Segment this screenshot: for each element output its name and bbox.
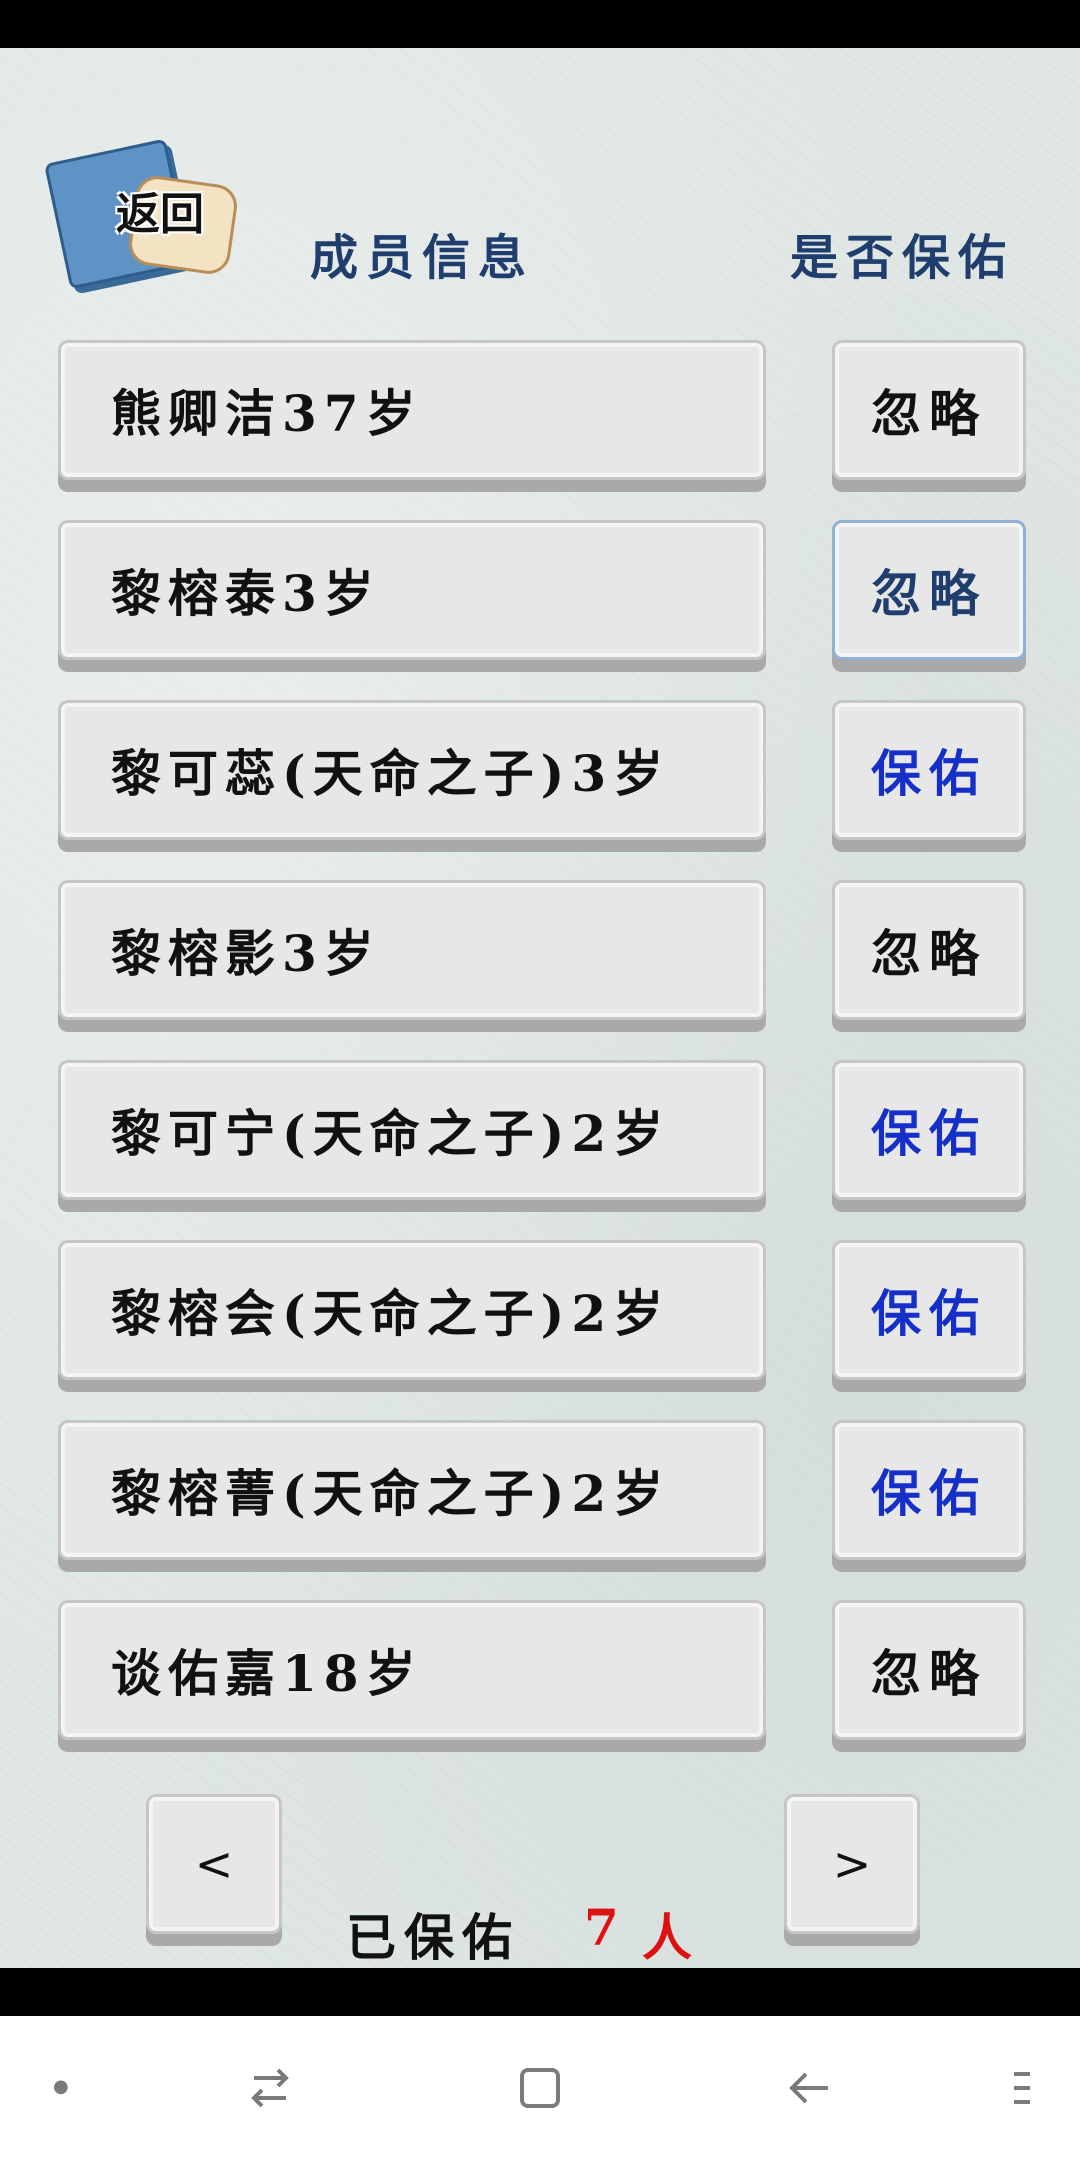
bless-question-heading: 是否保佑: [790, 230, 1015, 286]
member-info-heading: 成员信息: [310, 230, 535, 286]
menu-icon[interactable]: [1006, 2064, 1038, 2112]
ignore-button-selected[interactable]: 忽略: [832, 520, 1026, 660]
bless-button[interactable]: 保佑: [832, 1240, 1026, 1380]
system-nav-bar: ●: [0, 2016, 1080, 2160]
screen-bottom-band: [0, 1968, 1080, 2016]
previous-page-button[interactable]: <: [146, 1794, 282, 1934]
member-row-1[interactable]: 熊卿洁37岁: [58, 340, 766, 480]
bless-button[interactable]: 保佑: [832, 1060, 1026, 1200]
member-row-7[interactable]: 黎榕菁(天命之子)2岁: [58, 1420, 766, 1560]
member-row-4[interactable]: 黎榕影3岁: [58, 880, 766, 1020]
back-label: 返回: [116, 189, 204, 240]
blessed-unit: 人: [642, 1908, 692, 1967]
ignore-button[interactable]: 忽略: [832, 340, 1026, 480]
member-row-8[interactable]: 谈佑嘉18岁: [58, 1600, 766, 1740]
ignore-button[interactable]: 忽略: [832, 1600, 1026, 1740]
back-button[interactable]: 返回: [44, 136, 240, 290]
member-row-5[interactable]: 黎可宁(天命之子)2岁: [58, 1060, 766, 1200]
bless-button[interactable]: 保佑: [832, 1420, 1026, 1560]
dot-icon[interactable]: ●: [53, 2076, 69, 2097]
bless-button[interactable]: 保佑: [832, 700, 1026, 840]
member-row-3[interactable]: 黎可蕊(天命之子)3岁: [58, 700, 766, 840]
member-row-6[interactable]: 黎榕会(天命之子)2岁: [58, 1240, 766, 1380]
ignore-button[interactable]: 忽略: [832, 880, 1026, 1020]
recent-apps-icon[interactable]: [246, 2064, 294, 2112]
back-arrow-icon[interactable]: [786, 2064, 834, 2112]
game-screen: 返回 成员信息 是否保佑 熊卿洁37岁 忽略 黎榕泰3岁 忽略 黎可蕊(天命之子…: [0, 48, 1080, 1968]
status-bar: [0, 0, 1080, 48]
next-page-button[interactable]: >: [784, 1794, 920, 1934]
member-row-2[interactable]: 黎榕泰3岁: [58, 520, 766, 660]
blessed-label: 已保佑: [346, 1908, 520, 1967]
blessed-count: 7: [584, 1898, 625, 1957]
home-icon[interactable]: [516, 2064, 564, 2112]
